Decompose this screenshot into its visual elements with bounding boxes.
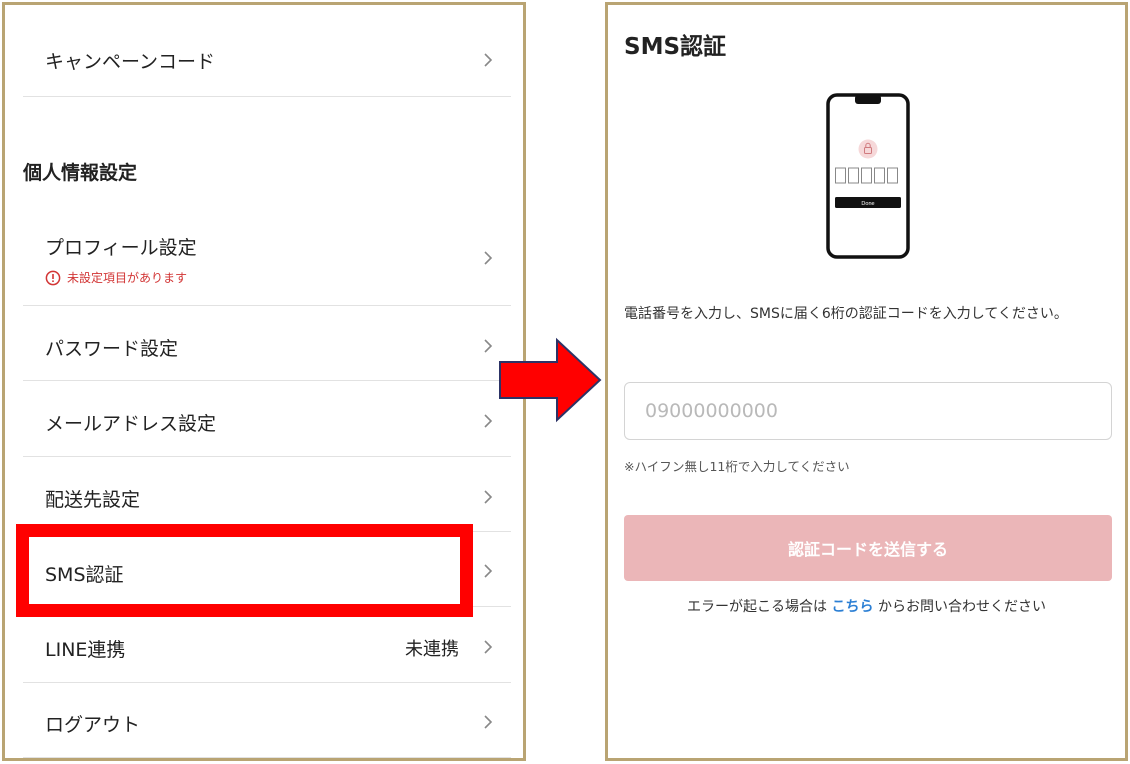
settings-item-label: プロフィール設定 <box>45 237 197 259</box>
phone-number-input[interactable] <box>624 382 1112 440</box>
arrow-right-icon <box>499 337 602 423</box>
chevron-right-icon <box>483 639 493 655</box>
settings-item-label: 配送先設定 <box>45 489 141 511</box>
error-help-suffix: からお問い合わせください <box>877 599 1046 615</box>
chevron-right-icon <box>483 250 493 266</box>
sms-auth-panel: SMS認証 Done 電話番号を入力し、SMSに届く6桁の認証コードを入力してく… <box>605 2 1128 761</box>
settings-item-label: LINE連携 <box>45 639 126 661</box>
chevron-right-icon <box>483 714 493 730</box>
section-title: 個人情報設定 <box>23 162 138 184</box>
settings-panel: キャンペーンコード 個人情報設定 プロフィール設定 未設定項目があります パスワ… <box>2 2 526 761</box>
settings-item-password[interactable]: パスワード設定 <box>23 306 511 381</box>
settings-item-label: ログアウト <box>45 714 141 736</box>
settings-item-line[interactable]: LINE連携 未連携 <box>23 607 511 683</box>
settings-item-label: キャンペーンコード <box>45 51 216 73</box>
error-help-text: エラーが起こる場合は こちら からお問い合わせください <box>608 596 1125 616</box>
settings-item-label: メールアドレス設定 <box>45 413 217 435</box>
chevron-right-icon <box>483 338 493 354</box>
sms-highlight-box <box>16 524 473 617</box>
line-status: 未連携 <box>405 639 459 660</box>
alert-icon <box>45 270 61 286</box>
settings-item-label: パスワード設定 <box>45 338 179 360</box>
settings-item-email[interactable]: メールアドレス設定 <box>23 381 511 457</box>
phone-illustration: Done <box>826 93 910 259</box>
chevron-right-icon <box>483 52 493 68</box>
settings-item-campaign-code[interactable]: キャンペーンコード <box>23 5 511 97</box>
warning-text: 未設定項目があります <box>67 271 188 285</box>
chevron-right-icon <box>483 563 493 579</box>
instruction-text: 電話番号を入力し、SMSに届く6桁の認証コードを入力してください。 <box>624 306 1068 322</box>
settings-item-profile[interactable]: プロフィール設定 未設定項目があります <box>23 208 511 306</box>
error-help-prefix: エラーが起こる場合は <box>687 599 828 615</box>
input-hint: ※ハイフン無し11桁で入力してください <box>624 459 850 474</box>
settings-item-shipping[interactable]: 配送先設定 <box>23 457 511 532</box>
profile-warning: 未設定項目があります <box>45 269 187 286</box>
phone-screen-button-label: Done <box>861 201 874 207</box>
chevron-right-icon <box>483 413 493 429</box>
send-code-button[interactable]: 認証コードを送信する <box>624 515 1112 581</box>
settings-item-logout[interactable]: ログアウト <box>23 683 511 758</box>
contact-link[interactable]: こちら <box>832 599 874 615</box>
chevron-right-icon <box>483 489 493 505</box>
page-title: SMS認証 <box>624 34 727 60</box>
